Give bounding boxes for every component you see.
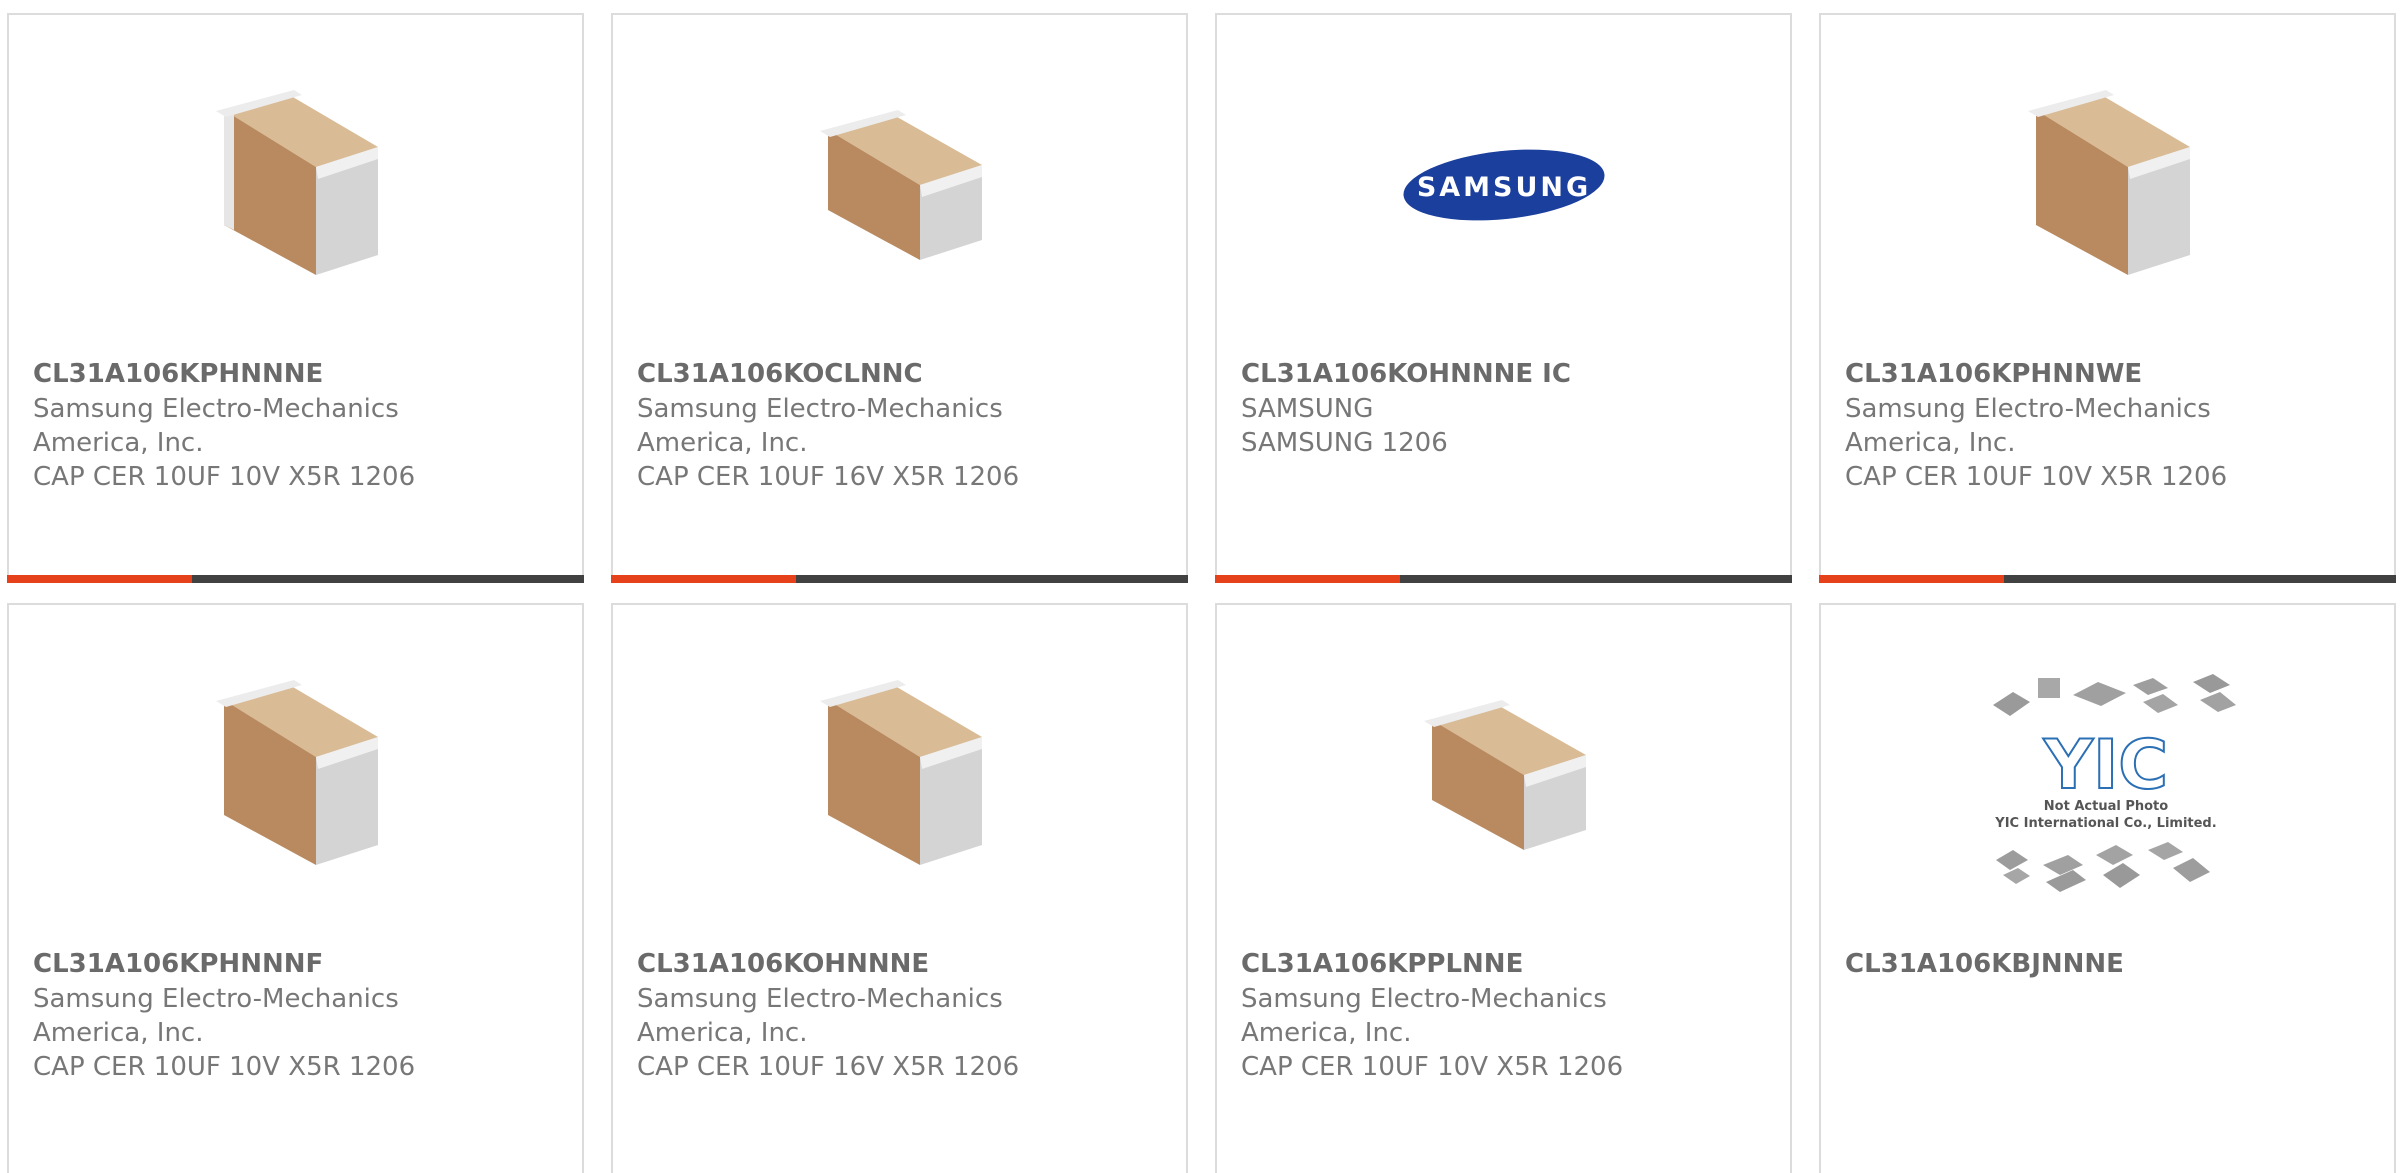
product-image[interactable]: SAMSUNG [1217,85,1790,285]
product-card[interactable]: CL31A106KPHNNNE Samsung Electro-Mechanic… [7,13,584,583]
product-card[interactable]: CL31A106KPHNNWE Samsung Electro-Mechanic… [1819,13,2396,583]
manufacturer-cont: America, Inc. [1241,1018,1412,1048]
manufacturer-cont: America, Inc. [637,428,808,458]
description: CAP CER 10UF 10V X5R 1206 [33,462,416,492]
product-card[interactable]: SAMSUNG CL31A106KOHNNNE IC SAMSUNG SAMSU… [1215,13,1792,583]
description: CAP CER 10UF 10V X5R 1206 [33,1052,416,1082]
description: CAP CER 10UF 16V X5R 1206 [637,462,1020,492]
product-card[interactable]: CL31A106KOCLNNC Samsung Electro-Mechanic… [611,13,1188,583]
part-number[interactable]: CL31A106KOHNNNE [637,946,1172,982]
progress-bar-fill [611,575,796,583]
product-card[interactable]: YIC Not Actual Photo YIC International C… [1819,603,2396,1173]
manufacturer-cont: America, Inc. [1845,428,2016,458]
capacitor-chip-icon [819,110,982,260]
part-number[interactable]: CL31A106KPPLNNE [1241,946,1776,982]
product-image[interactable] [613,85,1186,285]
capacitor-chip-icon [215,680,378,865]
placeholder-company: YIC International Co., Limited. [1994,816,2216,831]
product-image[interactable]: YIC Not Actual Photo YIC International C… [1821,655,2394,905]
progress-bar-fill [1819,575,2004,583]
product-image[interactable] [9,675,582,875]
placeholder-note: Not Actual Photo [2043,799,2167,814]
part-number[interactable]: CL31A106KOCLNNC [637,356,1172,392]
progress-bar [7,575,584,583]
product-grid: CL31A106KPHNNNE Samsung Electro-Mechanic… [0,0,2400,1173]
manufacturer: Samsung Electro-Mechanics [1241,984,1607,1014]
progress-bar-fill [1215,575,1400,583]
description: CAP CER 10UF 16V X5R 1206 [637,1052,1020,1082]
part-number[interactable]: CL31A106KPHNNNE [33,356,568,392]
description: CAP CER 10UF 10V X5R 1206 [1241,1052,1624,1082]
manufacturer: Samsung Electro-Mechanics [1845,394,2211,424]
manufacturer-cont: America, Inc. [33,1018,204,1048]
part-number[interactable]: CL31A106KPHNNNF [33,946,568,982]
progress-bar [1215,575,1792,583]
manufacturer-cont: America, Inc. [33,428,204,458]
manufacturer: Samsung Electro-Mechanics [637,394,1003,424]
description: SAMSUNG 1206 [1241,428,1448,458]
manufacturer: Samsung Electro-Mechanics [637,984,1003,1014]
yic-placeholder-image: YIC Not Actual Photo YIC International C… [1992,674,2236,892]
manufacturer: Samsung Electro-Mechanics [33,394,399,424]
product-card[interactable]: CL31A106KPPLNNE Samsung Electro-Mechanic… [1215,603,1792,1173]
description: CAP CER 10UF 10V X5R 1206 [1845,462,2228,492]
product-image[interactable] [613,675,1186,875]
product-image[interactable] [1217,675,1790,875]
product-card[interactable]: CL31A106KPHNNNF Samsung Electro-Mechanic… [7,603,584,1173]
capacitor-chip-icon [1423,700,1586,850]
samsung-logo-text: SAMSUNG [1416,172,1590,203]
product-image[interactable] [9,85,582,285]
progress-bar [611,575,1188,583]
part-number[interactable]: CL31A106KBJNNNE [1845,946,2380,982]
product-image[interactable] [1821,85,2394,285]
part-number[interactable]: CL31A106KPHNNWE [1845,356,2380,392]
capacitor-chip-icon [819,680,982,865]
product-card[interactable]: CL31A106KOHNNNE Samsung Electro-Mechanic… [611,603,1188,1173]
manufacturer: SAMSUNG [1241,394,1374,424]
yic-logo-text: YIC [2042,726,2167,805]
manufacturer-cont: America, Inc. [637,1018,808,1048]
capacitor-chip-icon [215,90,378,275]
progress-bar-fill [7,575,192,583]
capacitor-chip-icon [2027,90,2190,275]
manufacturer: Samsung Electro-Mechanics [33,984,399,1014]
progress-bar [1819,575,2396,583]
samsung-logo: SAMSUNG [1402,149,1605,221]
part-number[interactable]: CL31A106KOHNNNE IC [1241,356,1776,392]
